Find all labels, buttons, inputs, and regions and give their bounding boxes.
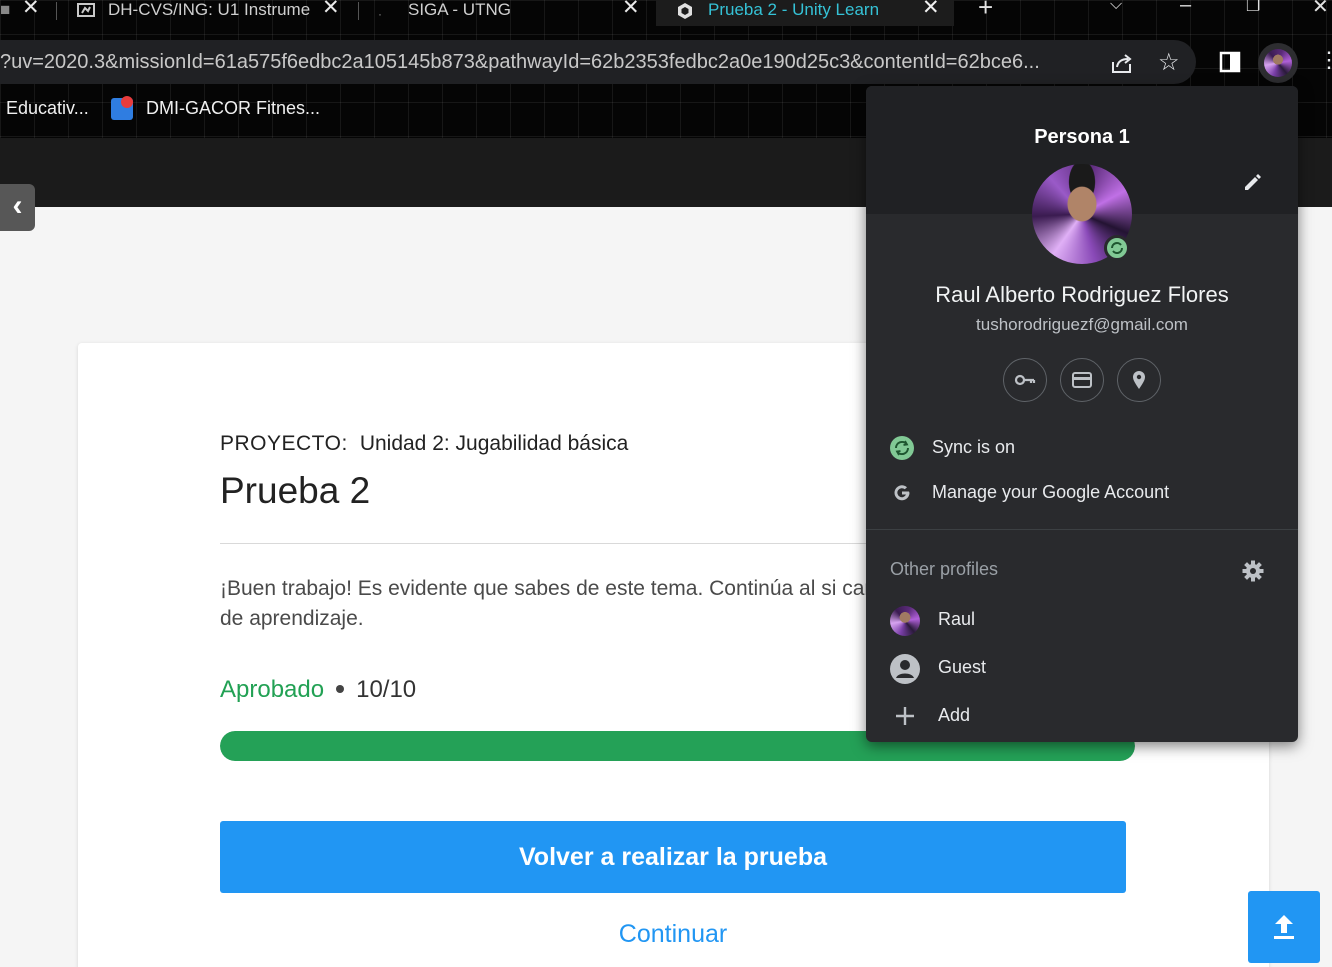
chrome-menu-icon[interactable]: ⋮ xyxy=(1318,47,1332,73)
score: 10/10 xyxy=(356,676,417,703)
tab-prueba-2[interactable]: Prueba 2 - Unity Learn ✕ xyxy=(656,0,954,26)
passwords-button[interactable] xyxy=(1003,358,1047,402)
close-icon[interactable]: ✕ xyxy=(922,0,940,19)
tab-0-favicon: ■ xyxy=(0,0,11,19)
manage-account-label: Manage your Google Account xyxy=(932,482,1170,502)
avatar xyxy=(890,606,920,636)
payment-methods-button[interactable] xyxy=(1060,358,1104,402)
other-profiles-heading: Other profiles xyxy=(890,559,999,579)
tab-separator xyxy=(56,2,57,20)
sync-badge-icon xyxy=(1104,235,1130,261)
tab-title: SIGA - UTNG xyxy=(408,0,511,19)
profile-title: Persona 1 xyxy=(1034,126,1130,148)
result-description: ¡Buen trabajo! Es evidente que sabes de … xyxy=(220,577,910,630)
moodle-favicon-icon xyxy=(77,3,95,17)
retry-quiz-button[interactable]: Volver a realizar la prueba xyxy=(220,821,1126,893)
unity-favicon-icon xyxy=(678,3,692,19)
collapse-sidebar-chevron-icon[interactable]: ‹ xyxy=(0,184,35,231)
divider xyxy=(866,529,1298,530)
close-icon[interactable]: ✕ xyxy=(22,0,40,19)
sync-label: Sync is on xyxy=(932,437,1016,457)
arrow-up-icon xyxy=(1274,915,1294,939)
separator-dot xyxy=(336,684,345,693)
scroll-to-top-button[interactable] xyxy=(1248,891,1320,963)
location-pin-icon xyxy=(1133,371,1145,389)
tab-0[interactable]: ■ ✕ xyxy=(0,0,48,26)
tab-title: DH-CVS/ING: U1 Instrume xyxy=(108,0,311,19)
address-bar[interactable]: ?uv=2020.3&missionId=61a575f6edbc2a10514… xyxy=(0,40,1196,84)
key-icon xyxy=(1014,374,1036,386)
bookmark-star-icon[interactable]: ☆ xyxy=(1158,48,1180,77)
close-icon[interactable]: ✕ xyxy=(622,0,640,19)
profile-avatar-button[interactable] xyxy=(1258,43,1298,83)
tab-dh-cvs[interactable]: DH-CVS/ING: U1 Instrume ✕ xyxy=(72,0,347,26)
bookmark-educativ[interactable]: Educativ... xyxy=(6,98,89,119)
manage-account-row[interactable]: Manage your Google Account xyxy=(866,473,1298,513)
loading-icon: · xyxy=(378,7,382,21)
plus-icon xyxy=(896,707,914,725)
side-panel-icon[interactable] xyxy=(1219,51,1241,73)
restore-button[interactable]: ❐ xyxy=(1246,0,1260,16)
sync-icon xyxy=(890,436,914,460)
project-label: PROYECTO: xyxy=(220,432,348,455)
profile-item-raul[interactable]: Raul xyxy=(866,600,1298,640)
user-email: tushorodriguezf@gmail.com xyxy=(976,315,1188,334)
add-profile-row[interactable]: Add xyxy=(866,696,1298,736)
tab-siga[interactable]: · SIGA - UTNG ✕ xyxy=(368,0,648,26)
guest-icon xyxy=(890,654,920,684)
tab-search-chevron-icon[interactable]: ⌵ xyxy=(1110,0,1122,14)
user-full-name: Raul Alberto Rodriguez Flores xyxy=(935,282,1229,307)
profile-name: Guest xyxy=(938,657,987,677)
profile-name: Raul xyxy=(938,609,976,629)
sync-status-row[interactable]: Sync is on xyxy=(866,428,1298,468)
project-name: Unidad 2: Jugabilidad básica xyxy=(359,432,629,455)
profile-name: Add xyxy=(938,705,971,725)
new-tab-button[interactable]: + xyxy=(978,0,993,23)
avatar xyxy=(1264,49,1292,77)
minimize-button[interactable]: ‒ xyxy=(1180,0,1191,17)
profile-item-guest[interactable]: Guest xyxy=(866,648,1298,688)
gear-icon[interactable] xyxy=(1241,559,1265,583)
project-line: PROYECTO: Unidad 2: Jugabilidad básica xyxy=(220,432,628,456)
result-summary: Aprobado 10/10 xyxy=(220,676,416,704)
url-text[interactable]: ?uv=2020.3&missionId=61a575f6edbc2a10514… xyxy=(0,51,1095,74)
close-window-button[interactable]: ✕ xyxy=(1312,0,1329,19)
tab-title: Prueba 2 - Unity Learn xyxy=(708,0,880,19)
bookmark-dmi-gacor[interactable]: DMI-GACOR Fitnes... xyxy=(146,98,320,119)
close-icon[interactable]: ✕ xyxy=(322,0,340,19)
addresses-button[interactable] xyxy=(1117,358,1161,402)
page-title: Prueba 2 xyxy=(220,470,371,511)
continue-link[interactable]: Continuar xyxy=(220,920,1126,949)
edit-pencil-icon[interactable] xyxy=(1241,170,1265,194)
dmi-favicon-icon xyxy=(111,96,133,120)
status-badge: Aprobado xyxy=(220,676,325,703)
profile-menu: Persona 1 Raul Alberto Rodriguez Flores … xyxy=(866,86,1298,742)
share-icon[interactable] xyxy=(1110,52,1134,74)
google-g-icon xyxy=(894,485,910,501)
credit-card-icon xyxy=(1072,372,1092,388)
tab-separator xyxy=(358,2,359,20)
